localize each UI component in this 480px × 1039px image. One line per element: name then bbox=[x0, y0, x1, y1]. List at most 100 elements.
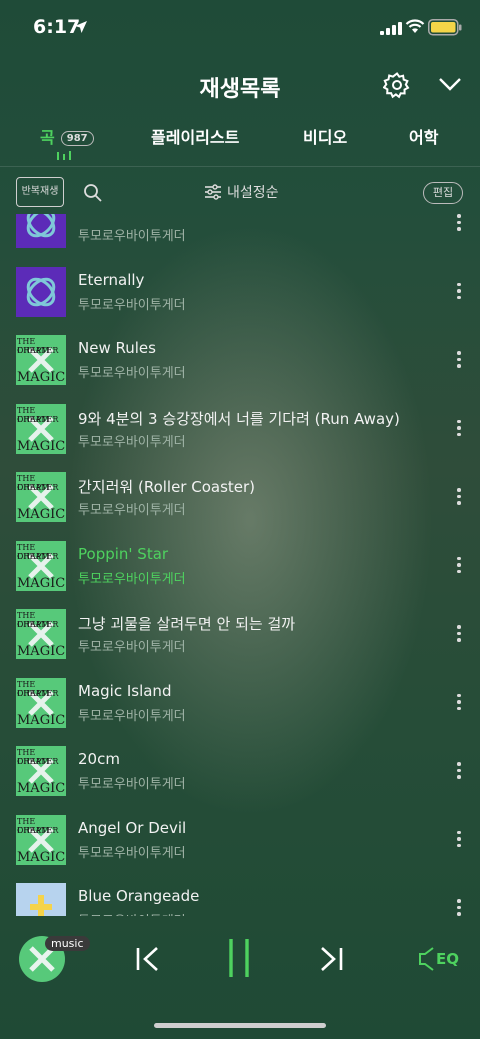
album-art-text: CHAPTER bbox=[17, 688, 59, 698]
tab-songs[interactable]: 곡 987 bbox=[40, 124, 94, 148]
tab-songs-label: 곡 bbox=[40, 128, 55, 147]
status-bar: 6:17 bbox=[0, 0, 480, 58]
gear-icon[interactable] bbox=[383, 71, 411, 99]
album-art-text: MAGIC bbox=[17, 712, 66, 728]
header: 재생목록 bbox=[0, 58, 480, 114]
sort-settings-icon[interactable] bbox=[204, 184, 222, 200]
album-art: THE DREAM CHAPTER MAGIC bbox=[16, 746, 66, 796]
battery-icon bbox=[428, 19, 462, 36]
mini-player: music EQ bbox=[0, 916, 480, 1039]
sort-button[interactable]: 내설정순 bbox=[227, 182, 279, 202]
album-art: THE DREAM CHAPTER MAGIC bbox=[16, 403, 66, 454]
equalizer-indicator-icon bbox=[57, 151, 71, 160]
album-art bbox=[16, 883, 66, 916]
chevron-down-icon[interactable] bbox=[438, 76, 462, 92]
song-title: Angel Or Devil bbox=[78, 818, 187, 837]
album-art bbox=[16, 214, 66, 248]
album-art-logo bbox=[26, 277, 56, 306]
tab-language[interactable]: 어학 bbox=[409, 124, 438, 148]
tab-playlist[interactable]: 플레이리스트 bbox=[151, 124, 239, 148]
song-artist: 투모로우바이투게더 bbox=[78, 708, 186, 724]
next-track-button[interactable] bbox=[318, 946, 344, 972]
album-art bbox=[16, 266, 66, 317]
song-title: 20cm bbox=[78, 750, 120, 768]
cellular-signal-icon bbox=[380, 22, 402, 35]
repeat-button[interactable]: 반복재생 bbox=[16, 177, 64, 207]
eq-label: EQ bbox=[436, 950, 459, 968]
album-art-cross bbox=[30, 895, 52, 916]
song-artist: 투모로우바이투게더 bbox=[78, 571, 186, 587]
song-title: Magic Island bbox=[78, 681, 172, 700]
album-art-text: MAGIC bbox=[17, 849, 66, 865]
album-art: THE DREAM CHAPTER MAGIC bbox=[16, 335, 66, 385]
album-art-text: CHAPTER bbox=[17, 483, 59, 492]
album-art-text: MAGIC bbox=[17, 781, 66, 796]
song-title: 간지러워 (Roller Coaster) bbox=[78, 478, 256, 496]
song-artist: 투모로우바이투게더 bbox=[78, 297, 186, 313]
music-badge: music bbox=[45, 936, 90, 951]
more-options-icon[interactable] bbox=[452, 486, 466, 508]
song-artist: 투모로우바이투게더 bbox=[78, 845, 186, 861]
more-options-icon[interactable] bbox=[452, 692, 466, 714]
album-art-logo bbox=[26, 214, 56, 238]
song-row-now-playing[interactable]: THE DREAM CHAPTER MAGIC Poppin' Star 투모로우바이투… bbox=[0, 540, 480, 609]
more-options-icon[interactable] bbox=[452, 760, 466, 782]
search-icon[interactable] bbox=[83, 183, 103, 203]
eq-button[interactable]: EQ bbox=[418, 946, 459, 972]
album-art-text: CHAPTER bbox=[17, 551, 59, 561]
song-artist: 투모로우바이투게더 bbox=[78, 640, 186, 655]
album-art: THE DREAM CHAPTER MAGIC bbox=[16, 540, 66, 591]
song-artist: 투모로우바이투게더 bbox=[78, 434, 186, 450]
album-art-text: CHAPTER bbox=[17, 757, 59, 766]
pause-button[interactable] bbox=[226, 938, 252, 978]
more-options-icon[interactable] bbox=[452, 555, 466, 577]
song-row[interactable]: Eternally 투모로우바이투게더 bbox=[0, 266, 480, 335]
song-row[interactable]: THE DREAM CHAPTER MAGIC New Rules 투모로우바이투게더 bbox=[0, 335, 480, 403]
more-options-icon[interactable] bbox=[452, 418, 466, 440]
song-row[interactable]: 투모로우바이투게더 bbox=[0, 214, 480, 266]
tab-bar: 곡 987 플레이리스트 비디오 어학 bbox=[0, 118, 480, 166]
song-row[interactable]: THE DREAM CHAPTER MAGIC 9와 4분의 3 승강장에서 너를 기… bbox=[0, 403, 480, 472]
song-title: Blue Orangeade bbox=[78, 887, 200, 905]
list-toolbar: 반복재생 내설정순 편집 bbox=[0, 174, 480, 210]
song-row[interactable]: Blue Orangeade투모로우바이투게더 bbox=[0, 883, 480, 916]
album-art-text: MAGIC bbox=[17, 370, 66, 385]
album-art-text: MAGIC bbox=[17, 507, 66, 522]
album-art-text: MAGIC bbox=[17, 575, 66, 591]
album-art-text: MAGIC bbox=[17, 438, 66, 454]
song-row[interactable]: THE DREAM CHAPTER MAGIC 간지러워 (Roller Coaste… bbox=[0, 472, 480, 540]
wifi-icon bbox=[405, 19, 425, 33]
speaker-icon bbox=[419, 947, 434, 971]
more-options-icon[interactable] bbox=[452, 623, 466, 645]
song-row[interactable]: THE DREAM CHAPTER MAGIC 20cm 투모로우바이투게더 bbox=[0, 746, 480, 814]
song-title: 그냥 괴물을 살려두면 안 되는 걸까 bbox=[78, 615, 296, 633]
more-options-icon[interactable] bbox=[452, 281, 466, 303]
song-row[interactable]: THE DREAM CHAPTER MAGIC 그냥 괴물을 살려두면 안 되는 걸까… bbox=[0, 609, 480, 677]
song-title: Poppin' Star bbox=[78, 544, 169, 563]
more-options-icon[interactable] bbox=[452, 349, 466, 371]
home-indicator[interactable] bbox=[154, 1023, 326, 1028]
edit-button[interactable]: 편집 bbox=[423, 182, 463, 204]
song-artist: 투모로우바이투게더 bbox=[78, 503, 186, 518]
song-title: 9와 4분의 3 승강장에서 너를 기다려 (Run Away) bbox=[78, 409, 400, 428]
divider bbox=[0, 166, 480, 167]
more-options-icon[interactable] bbox=[452, 829, 466, 851]
song-artist: 투모로우바이투게더 bbox=[78, 229, 186, 244]
album-art-text: MAGIC bbox=[17, 644, 66, 659]
album-art: THE DREAM CHAPTER MAGIC bbox=[16, 472, 66, 522]
previous-track-button[interactable] bbox=[135, 946, 161, 972]
more-options-icon[interactable] bbox=[452, 214, 466, 234]
album-art-text: CHAPTER bbox=[17, 620, 59, 629]
location-arrow-icon bbox=[75, 21, 87, 33]
song-row[interactable]: THE DREAM CHAPTER MAGIC Magic Island 투모로우바이투… bbox=[0, 677, 480, 746]
tab-video[interactable]: 비디오 bbox=[303, 124, 347, 148]
album-art: THE DREAM CHAPTER MAGIC bbox=[16, 677, 66, 728]
more-options-icon[interactable] bbox=[452, 897, 466, 916]
album-art-text: CHAPTER bbox=[17, 825, 59, 835]
song-list[interactable]: 투모로우바이투게더 Eternally 투모로우바이투게더 THE DREAM CHAP… bbox=[0, 214, 480, 916]
song-title: Eternally bbox=[78, 270, 145, 289]
album-art-text: CHAPTER bbox=[17, 346, 59, 355]
song-artist: 투모로우바이투게더 bbox=[78, 777, 186, 792]
song-row[interactable]: THE DREAM CHAPTER MAGIC Angel Or Devil 투모로우바… bbox=[0, 814, 480, 883]
song-artist: 투모로우바이투게더 bbox=[78, 366, 186, 381]
